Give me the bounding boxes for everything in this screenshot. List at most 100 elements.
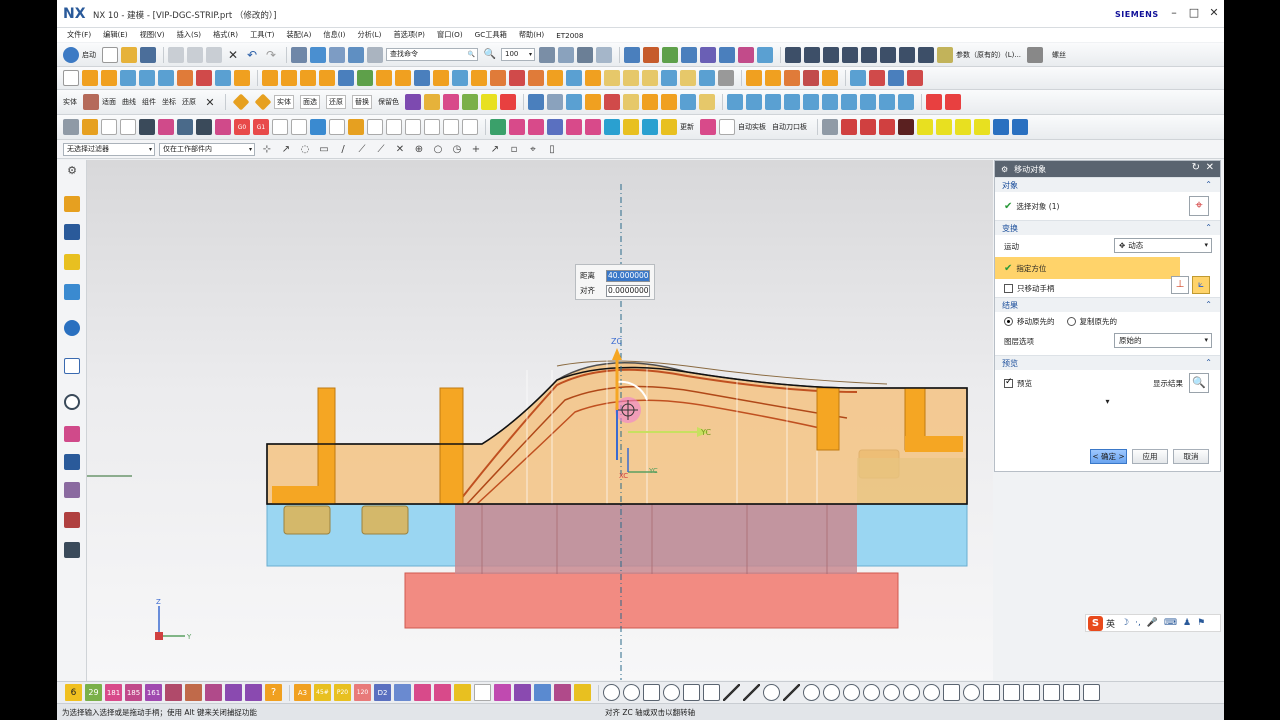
ok-button[interactable]: < 确定 > bbox=[1090, 449, 1127, 464]
save-icon[interactable] bbox=[140, 46, 156, 63]
wave-icon[interactable] bbox=[822, 70, 838, 86]
constraint-navigator-icon[interactable] bbox=[64, 224, 80, 240]
c25-icon[interactable] bbox=[566, 119, 582, 135]
view7-icon[interactable] bbox=[642, 94, 658, 110]
surface7-icon[interactable] bbox=[860, 94, 876, 110]
x-icon[interactable]: ✕ bbox=[202, 94, 218, 110]
c41-icon[interactable] bbox=[974, 119, 990, 135]
snap4-icon[interactable] bbox=[681, 46, 697, 63]
code-7-button[interactable] bbox=[414, 684, 431, 701]
chamfer-icon[interactable] bbox=[338, 70, 354, 86]
code-10-button[interactable] bbox=[474, 684, 491, 701]
cut-icon[interactable] bbox=[168, 46, 184, 63]
c12-icon[interactable] bbox=[310, 119, 326, 135]
rect-select-icon[interactable]: ▭ bbox=[316, 141, 332, 157]
c29-icon[interactable] bbox=[642, 119, 658, 135]
c11-icon[interactable] bbox=[291, 119, 307, 135]
snap-fit-icon[interactable] bbox=[1063, 684, 1080, 701]
copy-original-radio[interactable] bbox=[1066, 316, 1076, 326]
center-icon[interactable]: ⊕ bbox=[411, 141, 427, 157]
transform-icon[interactable] bbox=[329, 46, 345, 63]
bend-icon[interactable] bbox=[642, 70, 658, 86]
nx-tool-icon[interactable] bbox=[196, 70, 212, 86]
menu-assembly[interactable]: 装配(A) bbox=[280, 30, 317, 40]
system-scene-icon[interactable] bbox=[64, 542, 80, 558]
bounded-grid-icon[interactable]: ⌖ bbox=[525, 141, 541, 157]
g1-icon[interactable]: G1 bbox=[253, 119, 269, 135]
minimize-icon[interactable]: – bbox=[1168, 7, 1180, 19]
snap-arc-icon[interactable] bbox=[663, 684, 680, 701]
solid-label[interactable]: 实体 bbox=[63, 97, 77, 107]
delete-face-icon[interactable] bbox=[509, 70, 525, 86]
replace-btn[interactable]: 替换 bbox=[352, 95, 372, 109]
help-icon[interactable]: ? bbox=[265, 684, 282, 701]
c24-icon[interactable] bbox=[547, 119, 563, 135]
snap-extend-icon[interactable] bbox=[1043, 684, 1060, 701]
c27-icon[interactable] bbox=[604, 119, 620, 135]
surface6-icon[interactable] bbox=[841, 94, 857, 110]
code-11-button[interactable] bbox=[494, 684, 511, 701]
layer-161-button[interactable]: 161 bbox=[145, 684, 162, 701]
body-icon[interactable] bbox=[850, 70, 866, 86]
only-move-handle-checkbox[interactable] bbox=[1004, 283, 1013, 293]
snap-u-icon[interactable] bbox=[703, 684, 720, 701]
snap-box-icon[interactable] bbox=[1003, 684, 1020, 701]
surface2-icon[interactable] bbox=[765, 94, 781, 110]
menu-edit[interactable]: 编辑(E) bbox=[97, 30, 134, 40]
rebend-icon[interactable] bbox=[680, 70, 696, 86]
keyboard-icon[interactable]: ⌨ bbox=[1164, 618, 1177, 628]
history-icon[interactable] bbox=[64, 358, 80, 374]
start-icon[interactable] bbox=[63, 46, 79, 63]
view2-icon[interactable] bbox=[547, 94, 563, 110]
update-label[interactable]: 更新 bbox=[680, 122, 694, 132]
view6-icon[interactable] bbox=[623, 94, 639, 110]
microphone-icon[interactable]: 🎤 bbox=[1147, 618, 1158, 628]
color-4-button[interactable] bbox=[225, 684, 242, 701]
snap-link-icon[interactable] bbox=[983, 684, 1000, 701]
c40-icon[interactable] bbox=[955, 119, 971, 135]
code-9-button[interactable] bbox=[454, 684, 471, 701]
c13-icon[interactable] bbox=[329, 119, 345, 135]
undo-icon[interactable]: ↶ bbox=[244, 47, 260, 63]
g0-icon[interactable]: G0 bbox=[234, 119, 250, 135]
paste-icon[interactable] bbox=[206, 46, 222, 63]
measure-icon[interactable] bbox=[310, 46, 326, 63]
zoom-combo[interactable]: 100 ▾ bbox=[501, 48, 535, 61]
moon-icon[interactable]: ☽ bbox=[1121, 618, 1129, 628]
tool-red-icon[interactable] bbox=[926, 94, 942, 110]
c38-icon[interactable] bbox=[917, 119, 933, 135]
c16-icon[interactable] bbox=[386, 119, 402, 135]
c10-icon[interactable] bbox=[272, 119, 288, 135]
move-original-radio[interactable] bbox=[1004, 316, 1013, 326]
surface5-icon[interactable] bbox=[822, 94, 838, 110]
start-label[interactable]: 启动 bbox=[82, 50, 96, 60]
flange-icon[interactable] bbox=[623, 70, 639, 86]
motion-select[interactable]: ✥ 动态 ▾ bbox=[1114, 238, 1212, 253]
snap-pole-icon[interactable] bbox=[923, 684, 940, 701]
snap-edge-icon[interactable] bbox=[1023, 684, 1040, 701]
c18-icon[interactable] bbox=[424, 119, 440, 135]
snap-end-icon[interactable] bbox=[803, 684, 820, 701]
c36-icon[interactable] bbox=[879, 119, 895, 135]
view3-icon[interactable] bbox=[566, 94, 582, 110]
split-icon[interactable] bbox=[585, 70, 601, 86]
curve-label[interactable]: 曲线 bbox=[122, 97, 136, 107]
view9-icon[interactable] bbox=[680, 94, 696, 110]
shirt-icon[interactable]: ⚑ bbox=[1197, 618, 1205, 628]
offset-face-icon[interactable] bbox=[471, 70, 487, 86]
trim-body-icon[interactable] bbox=[566, 70, 582, 86]
web-browser-icon[interactable] bbox=[64, 320, 80, 336]
c2-icon[interactable] bbox=[82, 119, 98, 135]
c21-icon[interactable] bbox=[490, 119, 506, 135]
view-cube-icon[interactable] bbox=[539, 46, 555, 63]
new-file-icon[interactable] bbox=[102, 46, 118, 63]
scope-filter-combo[interactable]: 仅在工作部件内 ▾ bbox=[159, 142, 255, 156]
section-result-header[interactable]: 结果 ⌃ bbox=[995, 297, 1220, 312]
code-8-button[interactable] bbox=[434, 684, 451, 701]
move-original-label[interactable]: 移动原先的 bbox=[1017, 316, 1055, 327]
sheet-icon[interactable] bbox=[63, 70, 79, 86]
wireframe-icon[interactable] bbox=[596, 46, 612, 63]
section-object-header[interactable]: 对象 ⌃ bbox=[995, 177, 1220, 192]
collapse-caret-icon[interactable]: ⌃ bbox=[1205, 223, 1212, 232]
zoom-icon[interactable]: 🔍 bbox=[482, 47, 498, 63]
